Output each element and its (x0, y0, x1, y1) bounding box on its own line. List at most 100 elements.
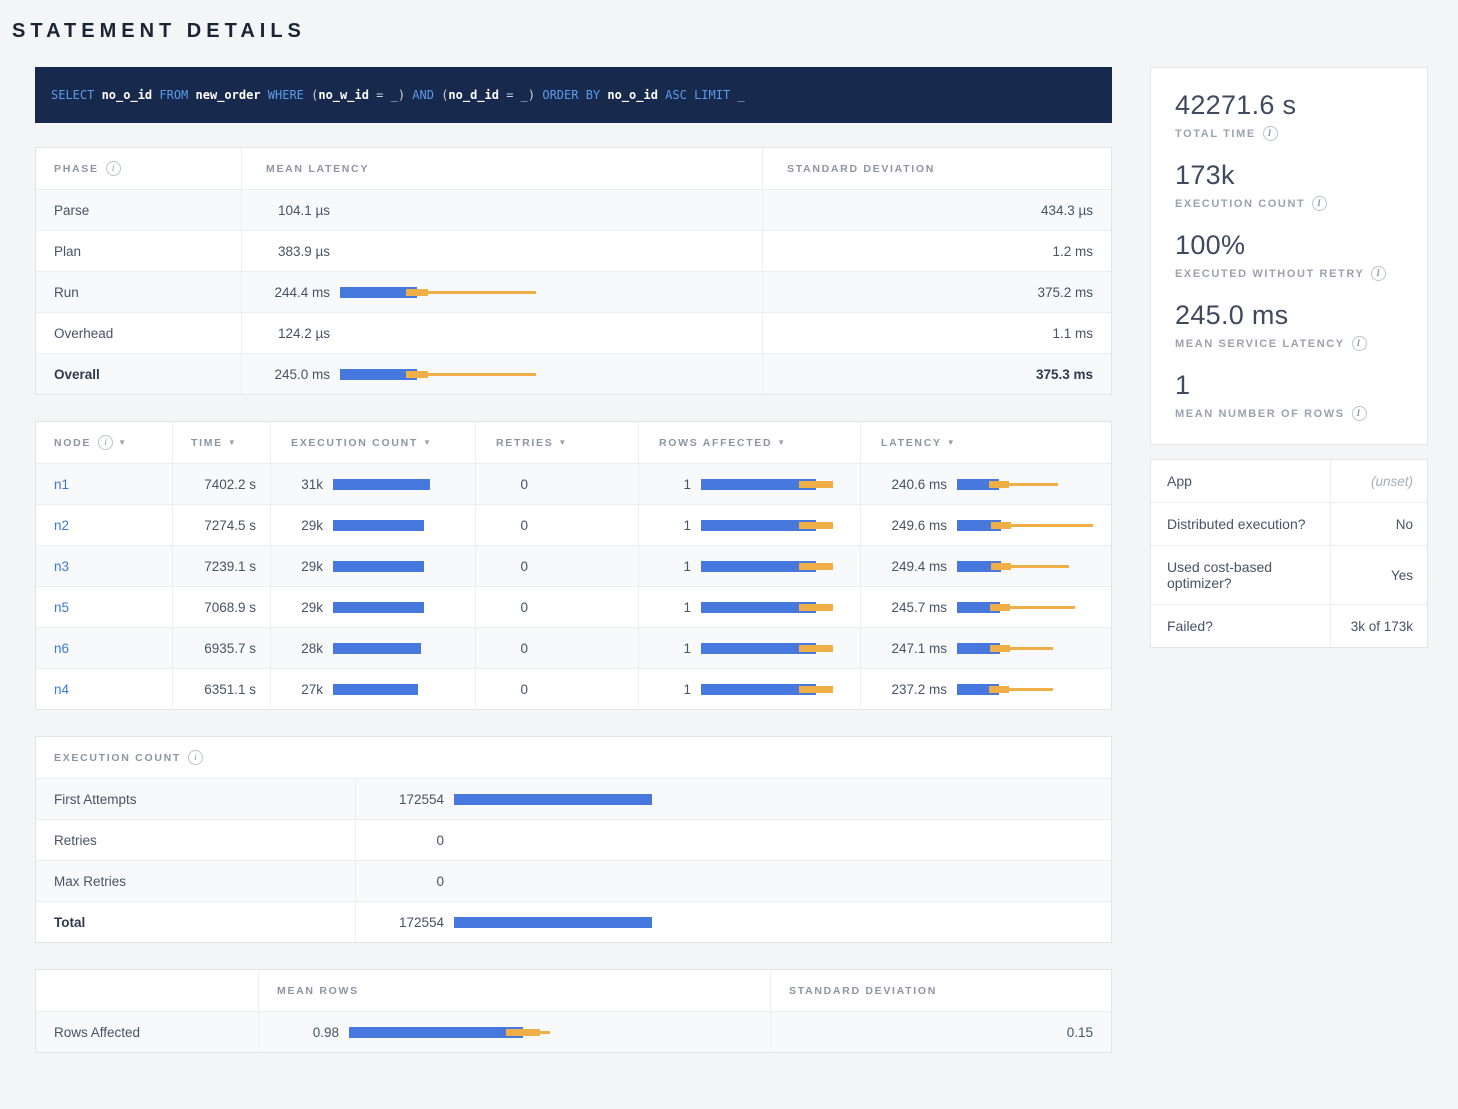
stddev-mid (991, 563, 1011, 570)
mean-latency-cell: 383.9 µs (242, 231, 763, 271)
rows-affected-cell: 1 (639, 628, 861, 668)
prop-value: Yes (1330, 546, 1427, 604)
bar-chart (454, 792, 1099, 807)
column-header-latency[interactable]: LATENCY▼ (861, 422, 1111, 463)
sql-token: _ (737, 88, 744, 102)
stddev-cell: 1.1 ms (763, 313, 1111, 353)
info-icon[interactable]: i (1312, 196, 1327, 211)
info-icon[interactable]: i (106, 161, 121, 176)
retries-value: 0 (476, 477, 528, 492)
mean-bar (333, 643, 421, 654)
retries-value: 0 (476, 682, 528, 697)
summary-stat: 173kEXECUTION COUNTi (1175, 160, 1403, 211)
prop-label: Used cost-based optimizer? (1151, 546, 1330, 604)
bar-chart (340, 244, 750, 259)
time-value: 7239.1 s (204, 559, 256, 574)
retries-value: 0 (476, 641, 528, 656)
bar-chart (701, 682, 848, 697)
latency-value: 237.2 ms (861, 682, 947, 697)
sort-arrow-icon: ▼ (118, 438, 126, 447)
retries-cell: 0 (476, 546, 639, 586)
node-link[interactable]: n4 (54, 682, 69, 697)
node-link[interactable]: n6 (54, 641, 69, 656)
phase-name-cell: Run (36, 272, 242, 312)
phase-column-header[interactable]: PHASE i (36, 148, 242, 189)
execution-count-cell: 28k (271, 628, 476, 668)
info-icon[interactable]: i (1371, 266, 1386, 281)
column-header-node[interactable]: NODEi▼ (36, 422, 173, 463)
sql-token: ORDER BY (535, 88, 607, 102)
page-title: STATEMENT DETAILS (12, 20, 1458, 43)
layout: SELECT no_o_id FROM new_order WHERE (no_… (10, 67, 1458, 1079)
execution-count-cell: 29k (271, 546, 476, 586)
phase-name-cell: Overhead (36, 313, 242, 353)
bar-chart (333, 682, 463, 697)
mean-latency-value: 383.9 µs (242, 244, 330, 259)
info-icon[interactable]: i (1263, 126, 1278, 141)
node-link[interactable]: n2 (54, 518, 69, 533)
time-value: 6935.7 s (204, 641, 256, 656)
info-icon[interactable]: i (188, 750, 203, 765)
stddev-mid (799, 563, 833, 570)
info-icon[interactable]: i (1352, 336, 1367, 351)
execution-count-value: 29k (271, 600, 323, 615)
node-link[interactable]: n5 (54, 600, 69, 615)
bar-chart (701, 641, 848, 656)
latency-value: 249.4 ms (861, 559, 947, 574)
phase-row: Overhead124.2 µs1.1 ms (36, 312, 1111, 353)
info-icon[interactable]: i (98, 435, 113, 450)
rows-affected-value: 1 (639, 559, 691, 574)
time-cell: 6351.1 s (173, 669, 271, 709)
bar-chart (349, 1025, 758, 1040)
sql-token: SELECT (51, 88, 102, 102)
column-header-time[interactable]: TIME▼ (173, 422, 271, 463)
rows-table: MEAN ROWS STANDARD DEVIATION Rows Affect… (35, 969, 1112, 1053)
column-header-rows-affected[interactable]: ROWS AFFECTED▼ (639, 422, 861, 463)
rows-affected-value: 1 (639, 477, 691, 492)
mean-bar (454, 794, 652, 805)
column-header-label: TIME (191, 437, 223, 449)
execution-count-value: 31k (271, 477, 323, 492)
phase-name: Plan (54, 244, 81, 259)
main-column: SELECT no_o_id FROM new_order WHERE (no_… (35, 67, 1112, 1079)
stat-value: 245.0 ms (1175, 300, 1403, 331)
node-row: n3 7239.1 s 29k01 249.4 ms (36, 545, 1111, 586)
time-cell: 7239.1 s (173, 546, 271, 586)
stddev-value: 375.3 ms (1036, 367, 1093, 382)
exec-label: First Attempts (54, 792, 137, 807)
execution-count-table-body: First Attempts172554Retries0Max Retries0… (36, 778, 1111, 942)
stat-label-text: MEAN SERVICE LATENCY (1175, 338, 1345, 350)
info-icon[interactable]: i (1352, 406, 1367, 421)
exec-label-cell: Retries (36, 820, 356, 860)
bar-chart (340, 326, 750, 341)
summary-stat: 1MEAN NUMBER OF ROWSi (1175, 370, 1403, 421)
sql-token: no_o_id (607, 88, 658, 102)
mean-bar (333, 602, 424, 613)
phase-name: Overhead (54, 326, 113, 341)
phase-name-cell: Plan (36, 231, 242, 271)
column-header-execution-count[interactable]: EXECUTION COUNT▼ (271, 422, 476, 463)
node-link[interactable]: n3 (54, 559, 69, 574)
latency-cell: 249.4 ms (861, 546, 1111, 586)
stddev-mid (506, 1029, 540, 1036)
node-link[interactable]: n1 (54, 477, 69, 492)
stat-label: TOTAL TIMEi (1175, 126, 1403, 141)
mean-bar (333, 684, 418, 695)
exec-row: Retries0 (36, 819, 1111, 860)
latency-cell: 237.2 ms (861, 669, 1111, 709)
bar-chart (454, 915, 1099, 930)
node-cell: n5 (36, 587, 173, 627)
exec-row: Total172554 (36, 901, 1111, 942)
stat-label-text: MEAN NUMBER OF ROWS (1175, 408, 1345, 420)
sort-arrow-icon: ▼ (558, 438, 566, 447)
retries-cell: 0 (476, 505, 639, 545)
stat-label-text: EXECUTED WITHOUT RETRY (1175, 268, 1364, 280)
bar-chart (957, 559, 1099, 574)
stat-label: EXECUTED WITHOUT RETRY i (1175, 266, 1403, 281)
bar-chart (957, 600, 1099, 615)
node-stats-table: NODEi▼TIME▼EXECUTION COUNT▼RETRIES▼ROWS … (35, 421, 1112, 710)
exec-label: Max Retries (54, 874, 126, 889)
rows-empty-header-cell (36, 970, 259, 1011)
retries-cell: 0 (476, 464, 639, 504)
column-header-retries[interactable]: RETRIES▼ (476, 422, 639, 463)
